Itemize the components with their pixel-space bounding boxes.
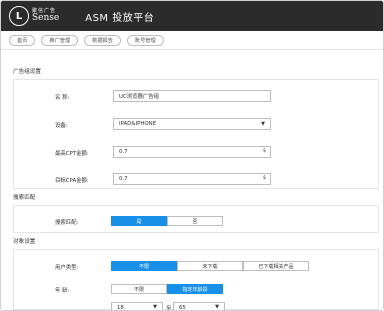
- tab-account[interactable]: 账号管理: [126, 34, 164, 46]
- caret-down-icon: ▼: [261, 121, 265, 127]
- tab-promotion[interactable]: 推广管理: [41, 34, 79, 46]
- target-cpa-suffix: $: [262, 175, 266, 181]
- brand-logo[interactable]: L 聚信广告 Sense: [9, 6, 59, 26]
- main-nav: 首页 推广管理 数据报告 账号管理: [1, 31, 383, 50]
- age-to-label: 至: [166, 306, 172, 311]
- age-range[interactable]: 指定年龄段: [167, 284, 223, 294]
- target-cpa-label: 目标CPA金额:: [55, 178, 89, 184]
- max-cpt-label: 最高CPT金额:: [55, 151, 89, 157]
- search-match-no[interactable]: 否: [167, 216, 223, 226]
- caret-down-icon: ▼: [153, 304, 157, 310]
- max-cpt-value: 0.7: [119, 149, 128, 155]
- search-match-yes[interactable]: 是: [111, 216, 167, 226]
- device-select[interactable]: IPAD&IPHONE ▼: [113, 118, 271, 130]
- device-label: 设备:: [55, 123, 68, 129]
- user-type-not-downloaded[interactable]: 未下载: [177, 261, 243, 271]
- tab-reports[interactable]: 数据报告: [84, 34, 121, 46]
- target-cpa-input[interactable]: 0.7 $: [113, 173, 271, 185]
- audience-panel: [13, 249, 379, 310]
- top-header: L 聚信广告 Sense ASM 投放平台: [1, 1, 383, 31]
- section-title-audience: 对象设置: [13, 239, 36, 245]
- search-match-label: 搜索匹配:: [55, 220, 79, 226]
- name-input[interactable]: UC浏览器广告组: [113, 90, 271, 102]
- logo-en-text: Sense: [32, 13, 60, 23]
- logo-icon: L: [9, 6, 29, 26]
- app-window: L 聚信广告 Sense ASM 投放平台 首页 推广管理 数据报告 账号管理 …: [0, 0, 384, 311]
- max-cpt-input[interactable]: 0.7 $: [113, 146, 271, 158]
- max-cpt-suffix: $: [262, 148, 266, 154]
- user-type-any[interactable]: 不限: [111, 261, 177, 271]
- user-type-downloaded-related[interactable]: 已下载相关产品: [243, 261, 309, 271]
- tab-home[interactable]: 首页: [9, 34, 36, 46]
- age-max-value: 65: [179, 304, 186, 311]
- age-label: 年 龄:: [55, 288, 70, 294]
- name-input-value: UC浏览器广告组: [119, 94, 160, 100]
- logo-text: 聚信广告 Sense: [32, 9, 59, 23]
- caret-down-icon: ▼: [215, 304, 219, 310]
- age-min-value: 18: [117, 304, 124, 311]
- section-title-search-match: 搜索匹配: [13, 195, 36, 201]
- section-title-ad-group: 广告组设置: [13, 69, 41, 75]
- user-type-label: 用户类型:: [55, 265, 79, 271]
- age-max-select[interactable]: 65 ▼: [173, 302, 225, 311]
- device-select-value: IPAD&IPHONE: [119, 121, 157, 127]
- age-any[interactable]: 不限: [111, 284, 167, 294]
- target-cpa-value: 0.7: [119, 176, 128, 182]
- app-title: ASM 投放平台: [85, 12, 155, 24]
- age-min-select[interactable]: 18 ▼: [111, 302, 163, 311]
- name-label: 名 称:: [55, 95, 70, 101]
